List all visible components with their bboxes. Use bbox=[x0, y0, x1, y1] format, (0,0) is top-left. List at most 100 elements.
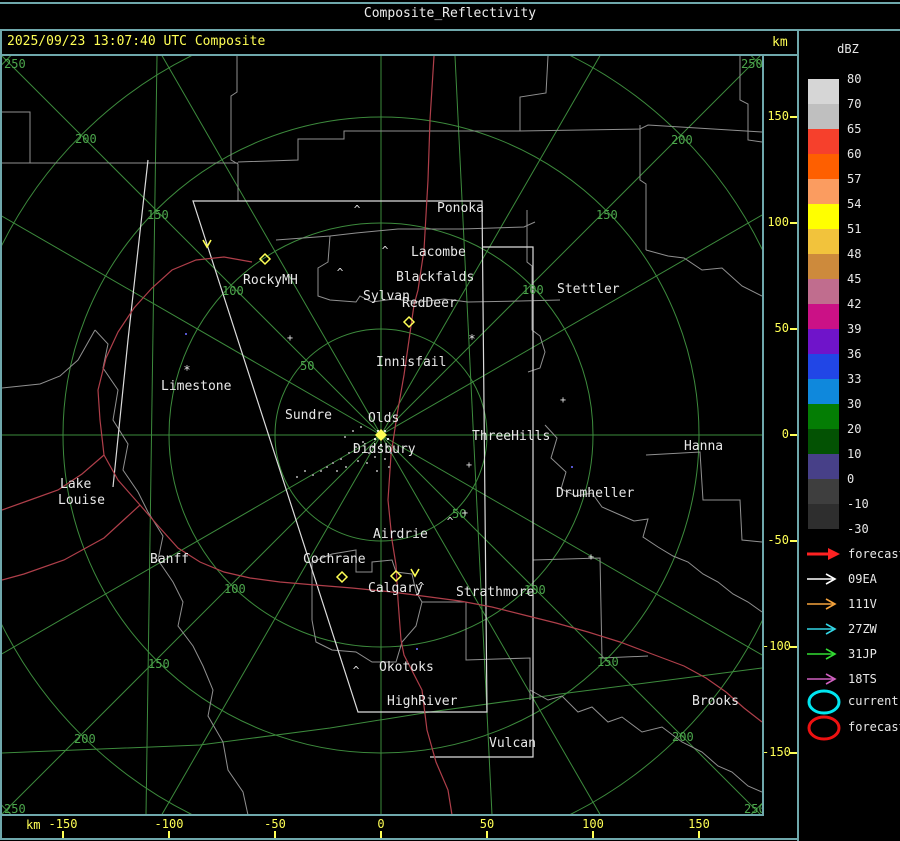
right-tick-label: 100 bbox=[767, 215, 789, 229]
right-tick-mark bbox=[790, 646, 797, 648]
right-tick-mark bbox=[790, 434, 797, 436]
municipal-boundary bbox=[2, 329, 96, 389]
radar-sector-outline bbox=[112, 159, 149, 488]
city-label-airdrie: Airdrie bbox=[373, 527, 428, 542]
dbz-swatch bbox=[808, 154, 839, 179]
dbz-scale-label: 60 bbox=[847, 147, 862, 161]
right-tick-mark bbox=[790, 116, 797, 118]
storm-111V-arrow-icon bbox=[807, 598, 837, 610]
dbz-swatch bbox=[808, 79, 839, 104]
ring-distance-label: 100 bbox=[224, 582, 246, 596]
clutter-dot bbox=[345, 466, 347, 468]
city-label-brooks: Brooks bbox=[692, 694, 739, 709]
right-tick-label: 50 bbox=[774, 321, 789, 335]
city-label-didsbury: Didsbury bbox=[353, 442, 416, 457]
window-title: Composite_Reflectivity bbox=[363, 6, 537, 21]
scale-title: dBZ bbox=[837, 42, 859, 56]
city-label-banff: Banff bbox=[150, 552, 189, 567]
clutter-dot bbox=[387, 438, 389, 440]
city-label-calgary: Calgary bbox=[368, 581, 423, 596]
legend-label: current bbox=[848, 694, 899, 708]
forecast-ellipse-icon bbox=[807, 715, 841, 741]
bottom-tick-label: 150 bbox=[688, 817, 710, 831]
peak-marker-icon: ^ bbox=[447, 515, 454, 528]
clutter-dot bbox=[374, 438, 376, 440]
azimuth-spoke bbox=[161, 56, 382, 436]
dbz-scale-label: 42 bbox=[847, 297, 862, 311]
right-tick-label: 0 bbox=[781, 427, 789, 441]
bottom-tick-label: 0 bbox=[377, 817, 385, 831]
city-label-blackfalds: Blackfalds bbox=[396, 270, 474, 285]
dbz-scale-label: 36 bbox=[847, 347, 862, 361]
weak-echo-dot bbox=[571, 466, 573, 468]
forecast-arrow-icon bbox=[807, 548, 840, 560]
bottom-tick-label: -150 bbox=[48, 817, 78, 831]
titlebar-bottom-line bbox=[0, 29, 900, 31]
storm-18TS-arrow-icon bbox=[807, 673, 837, 685]
dbz-swatch bbox=[808, 404, 839, 429]
dbz-swatch bbox=[808, 429, 839, 454]
map-bottom-border bbox=[0, 814, 764, 816]
azimuth-spoke bbox=[2, 434, 382, 655]
right-tick-mark bbox=[790, 752, 797, 754]
municipal-boundary bbox=[639, 125, 647, 250]
clutter-dot bbox=[320, 470, 322, 472]
city-label-cochrane: Cochrane bbox=[303, 552, 366, 567]
dbz-scale-label: 33 bbox=[847, 372, 862, 386]
dbz-scale-label: 65 bbox=[847, 122, 862, 136]
dbz-swatch bbox=[808, 329, 839, 354]
dbz-swatch bbox=[808, 304, 839, 329]
dbz-scale-label: -30 bbox=[847, 522, 869, 536]
dbz-scale-label: 30 bbox=[847, 397, 862, 411]
ring-distance-label: 150 bbox=[147, 208, 169, 222]
dbz-scale-label: 51 bbox=[847, 222, 862, 236]
ring-distance-label: 100 bbox=[222, 284, 244, 298]
radar-map-canvas[interactable]: 5010015020025010015020025010015020025050… bbox=[2, 56, 762, 814]
municipal-boundary bbox=[544, 424, 762, 613]
ring-distance-label: 150 bbox=[148, 657, 170, 671]
highway-line bbox=[103, 454, 762, 723]
city-label-stettler: Stettler bbox=[557, 282, 620, 297]
municipal-boundary bbox=[532, 557, 649, 659]
clutter-dot bbox=[366, 462, 368, 464]
clutter-dot bbox=[360, 426, 362, 428]
azimuth-spoke bbox=[161, 434, 382, 814]
dbz-scale-label: 57 bbox=[847, 172, 862, 186]
city-label-reddeer: RedDeer bbox=[402, 296, 457, 311]
storm-31JP-arrow-icon bbox=[807, 648, 837, 660]
right-tick-mark bbox=[790, 540, 797, 542]
legend-label: forecast bbox=[848, 547, 900, 561]
dbz-scale-label: 45 bbox=[847, 272, 862, 286]
ring-distance-label: 250 bbox=[4, 57, 26, 71]
bottom-tick-mark bbox=[274, 831, 276, 838]
plus-marker-icon: + bbox=[560, 395, 566, 406]
ring-distance-label: 150 bbox=[596, 208, 618, 222]
right-tick-label: -100 bbox=[762, 639, 791, 653]
city-label-limestone: Limestone bbox=[161, 379, 232, 394]
aircraft-marker-icon bbox=[335, 570, 349, 584]
city-label-okotoks: Okotoks bbox=[379, 660, 434, 675]
clutter-dot bbox=[332, 462, 334, 464]
plus-marker-icon: + bbox=[588, 552, 594, 563]
dbz-scale-label: -10 bbox=[847, 497, 869, 511]
clutter-dot bbox=[357, 460, 359, 462]
city-label-olds: Olds bbox=[368, 411, 399, 426]
city-label-vulcan: Vulcan bbox=[489, 736, 536, 751]
sidebar-divider bbox=[797, 29, 799, 841]
plus-marker-icon: + bbox=[466, 460, 472, 471]
bottom-tick-mark bbox=[698, 831, 700, 838]
right-tick-label: -150 bbox=[762, 745, 791, 759]
weak-echo-dot bbox=[185, 333, 187, 335]
bottom-tick-mark bbox=[486, 831, 488, 838]
municipal-boundary bbox=[422, 601, 531, 700]
clutter-dot bbox=[352, 430, 354, 432]
storm-27ZW-arrow-icon bbox=[807, 623, 837, 635]
graticule-line bbox=[2, 667, 762, 754]
bottom-tick-label: 50 bbox=[479, 817, 495, 831]
city-label-strathmore: Strathmore bbox=[456, 585, 534, 600]
right-tick-label: 150 bbox=[767, 109, 789, 123]
right-tick-mark bbox=[790, 328, 797, 330]
highway-line bbox=[2, 504, 141, 581]
legend-label: 31JP bbox=[848, 647, 877, 661]
clutter-dot bbox=[384, 430, 386, 432]
